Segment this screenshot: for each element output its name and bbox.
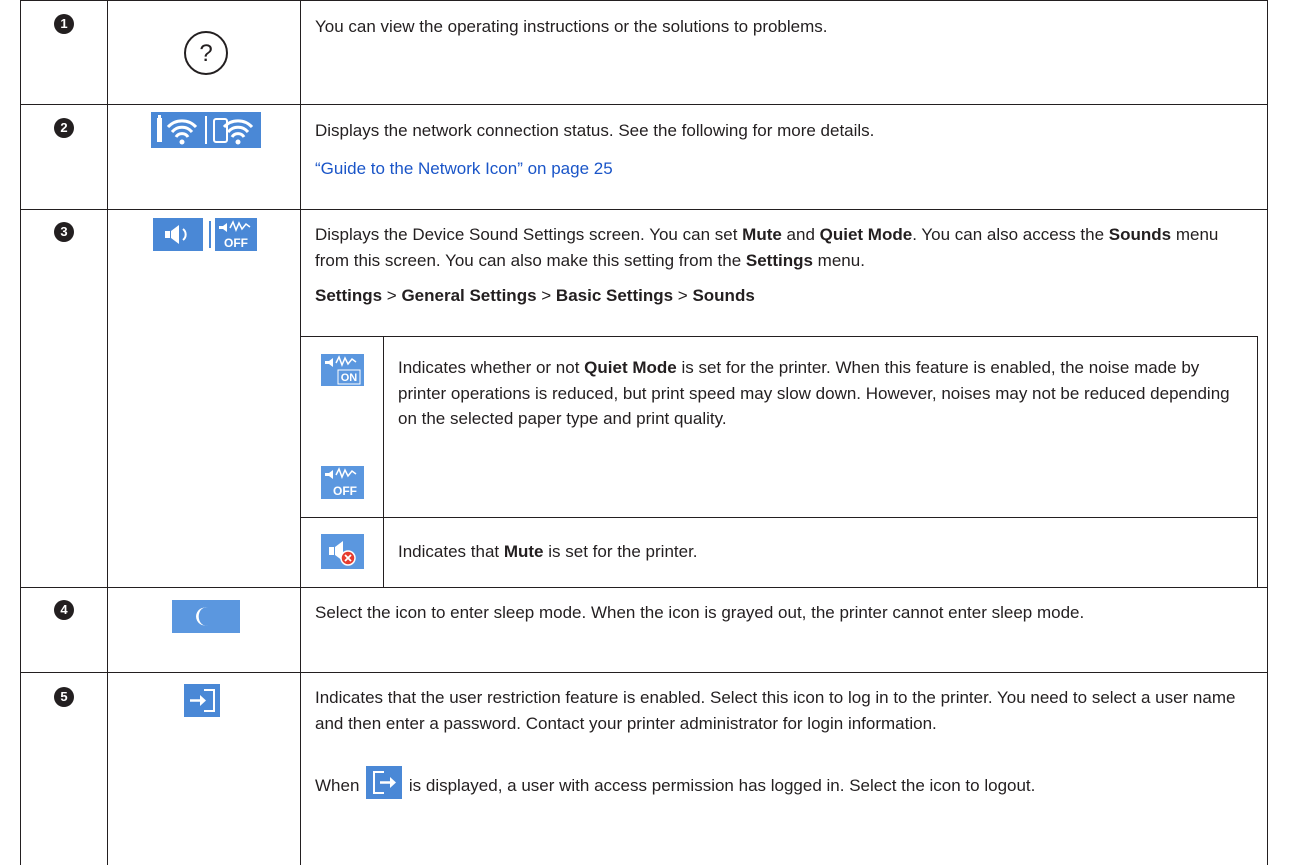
row-divider: [20, 209, 1268, 210]
sub-table-right: [1257, 336, 1258, 588]
table-border-right: [1267, 0, 1268, 865]
quiet-on-label: ON: [341, 372, 358, 384]
help-circle-icon: ?: [183, 30, 229, 84]
quiet-mode-description: Indicates whether or not Quiet Mode is s…: [398, 358, 1230, 428]
quiet-mode-off-icon: OFF: [321, 466, 364, 499]
settings-path: Settings > General Settings > Basic Sett…: [315, 286, 755, 305]
row-number: 2: [54, 118, 74, 138]
row-number: 4: [54, 600, 74, 620]
quiet-off-label: OFF: [333, 484, 357, 498]
network-status-icon: [151, 112, 261, 148]
row-description: Displays the Device Sound Settings scree…: [315, 222, 1255, 309]
row-number: 3: [54, 222, 74, 242]
sound-off-label: OFF: [224, 236, 248, 250]
mute-description: Indicates that Mute is set for the print…: [398, 542, 698, 561]
login-icon: [184, 684, 220, 717]
svg-text:?: ?: [199, 40, 212, 67]
mute-icon: [321, 534, 364, 569]
row-divider: [20, 104, 1268, 105]
logout-icon: [366, 766, 403, 799]
row-number: 1: [54, 14, 74, 34]
row-description: You can view the operating instructions …: [315, 17, 828, 36]
column-divider: [107, 0, 108, 865]
column-divider: [300, 0, 301, 865]
row-divider: [20, 587, 1268, 588]
table-border-left: [20, 0, 21, 865]
quiet-mode-on-icon: ON: [321, 354, 364, 386]
sub-row-divider: [300, 517, 1258, 518]
guide-link[interactable]: “Guide to the Network Icon” on page 25: [315, 156, 1255, 182]
row-description: Displays the network connection status. …: [315, 118, 1255, 181]
sound-settings-icon: OFF: [153, 218, 257, 251]
row-description: Select the icon to enter sleep mode. Whe…: [315, 603, 1085, 622]
sleep-moon-icon: [172, 600, 240, 633]
row-number: 5: [54, 687, 74, 707]
feature-table: 1 ? You can view the operating instructi…: [20, 0, 1268, 865]
logout-note: When is displayed, a user with access pe…: [315, 766, 1255, 799]
table-border-top: [20, 0, 1268, 1]
row-divider: [20, 672, 1268, 673]
sub-column-divider: [383, 336, 384, 588]
row-description: Indicates that the user restriction feat…: [315, 685, 1255, 799]
sub-table-top: [300, 336, 1258, 337]
